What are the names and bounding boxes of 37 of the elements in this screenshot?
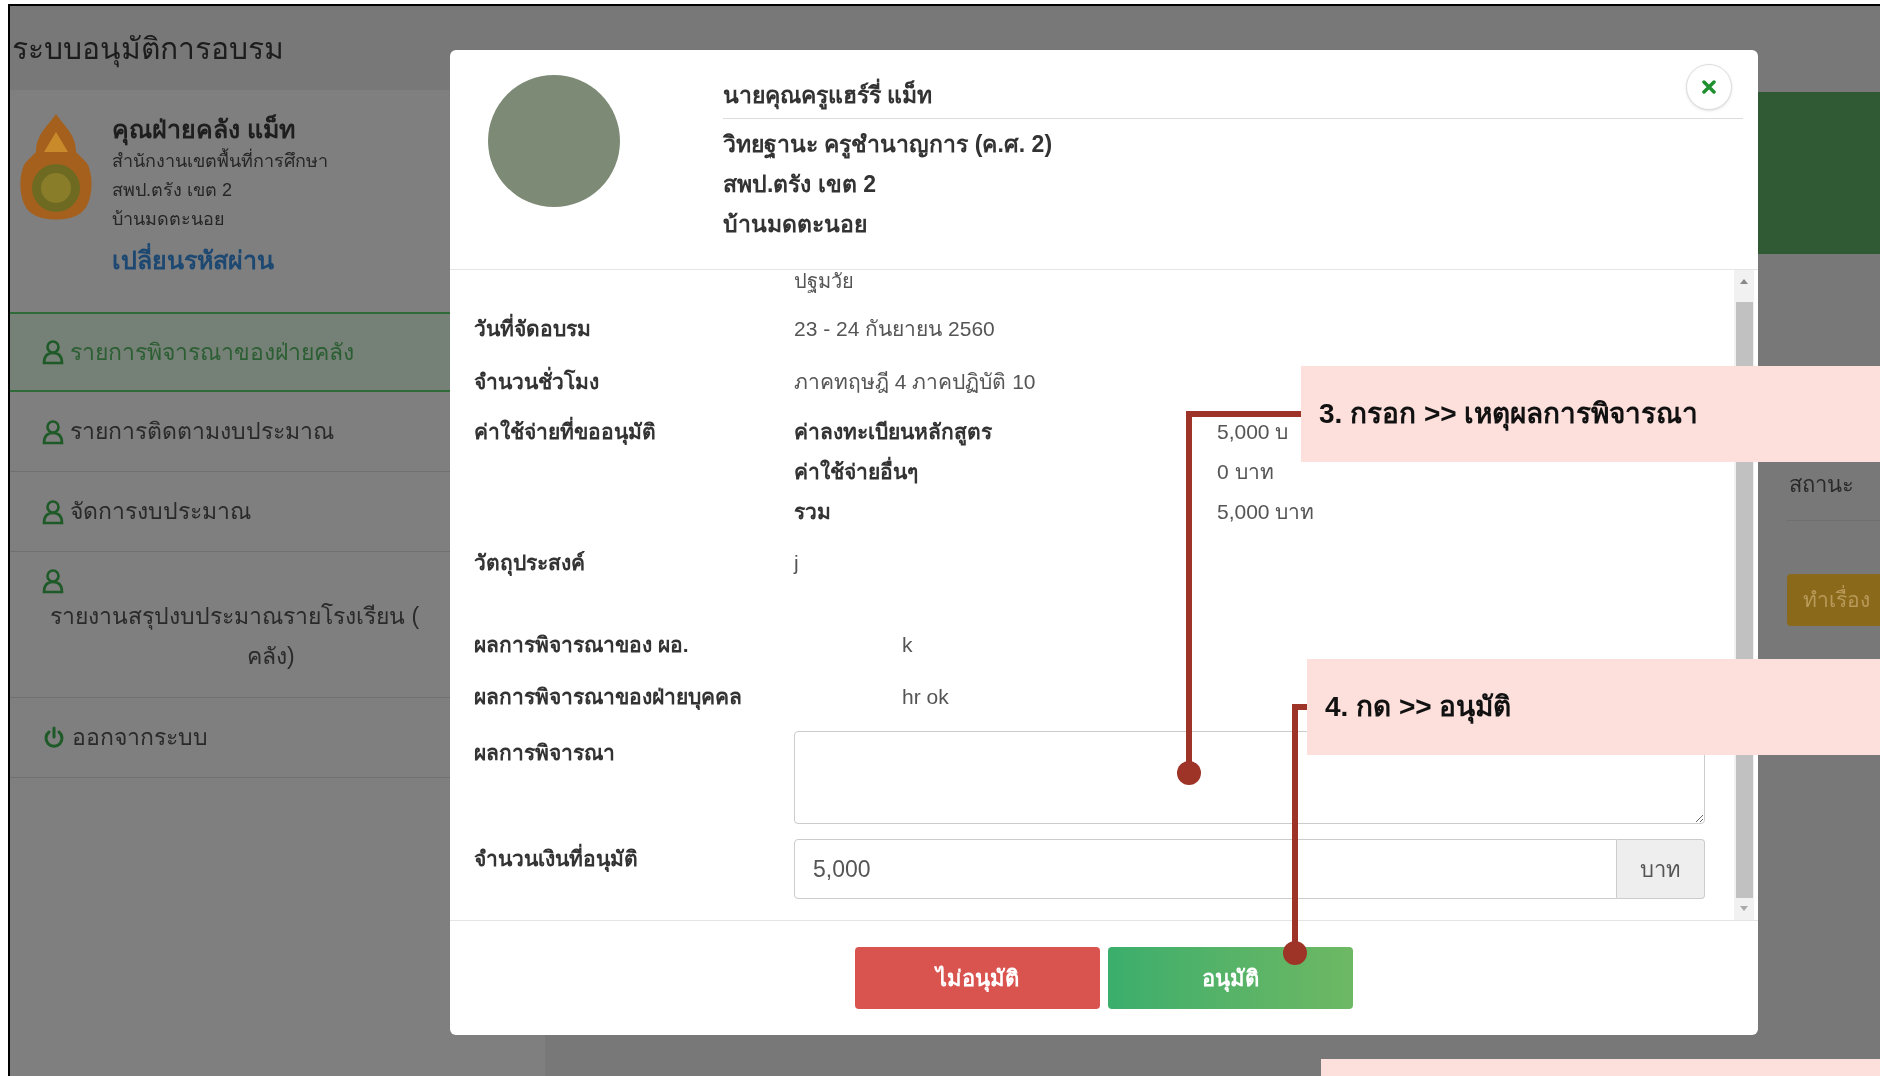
expense-amount: 5,000 บ [1217, 419, 1289, 446]
annotation-tooltip: 4. กด >> อนุมัติ [1307, 659, 1880, 755]
expense-amount: 0 บาท [1217, 459, 1274, 486]
action-button[interactable]: ทำเรื่อง [1787, 574, 1880, 626]
app-title: ระบบอนุมัติการอบรม [12, 25, 284, 71]
field-label: จำนวนเงินที่อนุมัติ [474, 839, 794, 899]
user-area: สพป.ตรัง เขต 2 [112, 176, 328, 204]
reject-button[interactable]: ไม่อนุมัติ [855, 947, 1100, 1009]
user-icon [42, 418, 64, 445]
teacher-rank: วิทยฐานะ ครูชำนาญการ (ค.ศ. 2) [723, 130, 1054, 161]
column-header: สถานะ [1789, 471, 1854, 499]
unit-addon: บาท [1617, 839, 1705, 899]
user-icon [42, 568, 64, 594]
close-icon [1702, 80, 1716, 94]
user-icon [42, 498, 64, 525]
detail-value: ภาคทฤษฎี 4 ภาคปฏิบัติ 10 [794, 368, 1036, 395]
expense-amount: 5,000 บาท [1217, 499, 1315, 526]
detail-value: j [794, 549, 799, 576]
user-school: บ้านมดตะนอย [112, 208, 226, 231]
amount-input[interactable]: 5,000 [794, 839, 1617, 899]
user-office: สำนักงานเขตพื้นที่การศึกษา [112, 146, 328, 176]
change-password-link[interactable]: เปลี่ยนรหัสผ่าน [112, 242, 328, 280]
teacher-area: สพป.ตรัง เขต 2 [723, 164, 1743, 204]
close-button[interactable] [1686, 64, 1732, 110]
review-value: hr ok [902, 684, 949, 711]
expense-label: ค่าลงทะเบียนหลักสูตร [794, 419, 993, 448]
user-icon [42, 339, 64, 365]
review-value: k [902, 632, 913, 659]
power-icon [42, 725, 66, 750]
annotation-tooltip: 3. กรอก >> เหตุผลการพิจารณา [1301, 366, 1880, 462]
detail-value: 23 - 24 กันยายน 2560 [794, 315, 995, 342]
expense-label: รวม [794, 499, 832, 526]
approve-button[interactable]: อนุมัติ [1108, 947, 1353, 1009]
teacher-school: บ้านมดตะนอย [723, 210, 868, 239]
expense-label: ค่าใช้จ่ายอื่นๆ [794, 456, 1217, 488]
detail-value: ปฐมวัย [794, 270, 854, 292]
user-name: คุณฝ่ายคลัง แม็ท [112, 112, 328, 146]
